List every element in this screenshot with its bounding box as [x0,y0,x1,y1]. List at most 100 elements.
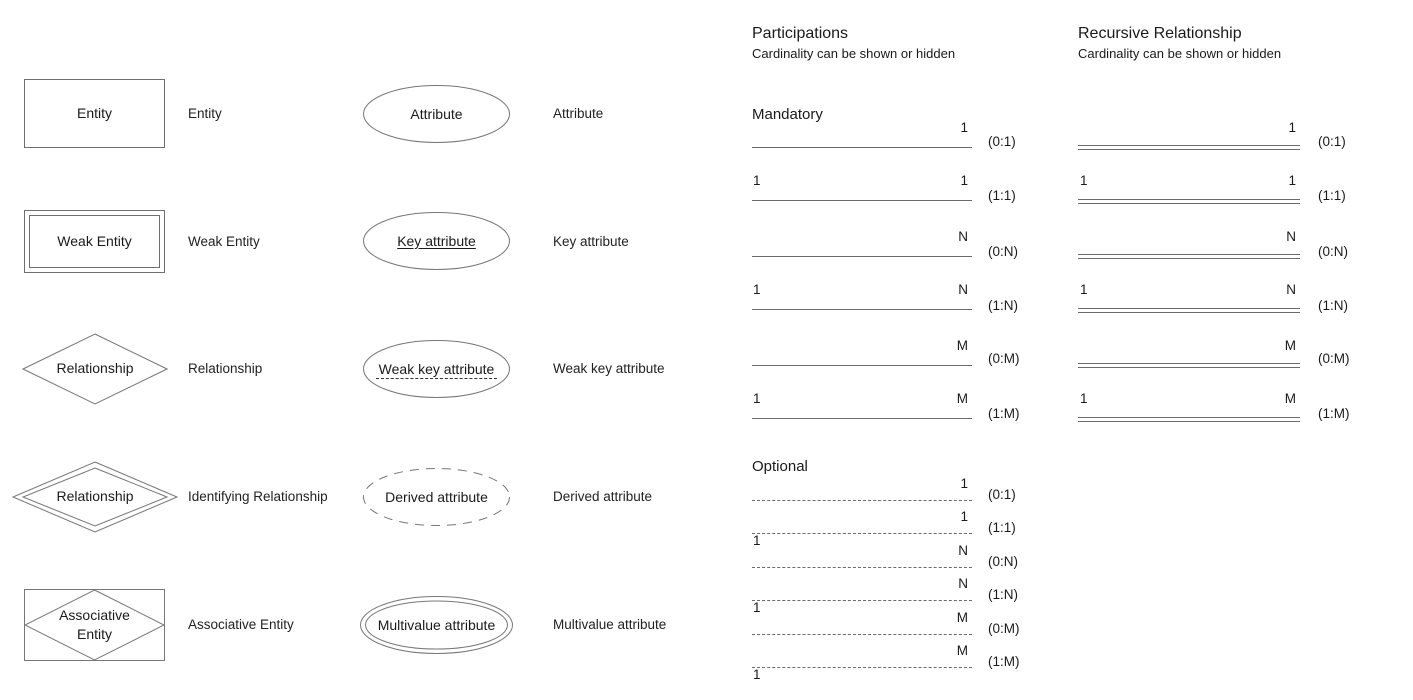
recursive-left-cardinality-5: 1 [1080,391,1088,406]
participation-cardinality-mandatory-0: (0:1) [988,134,1016,149]
recursive-line-2 [1078,254,1300,259]
recursive-line-0 [1078,145,1300,150]
entity-symbol: Entity [24,79,165,148]
weak-entity-inner-border: Weak Entity [29,215,160,268]
legend-label-multivalue-attribute: Multivalue attribute [553,617,667,632]
recursive-right-cardinality-1: 1 [1288,173,1296,188]
legend-label-derived-attribute: Derived attribute [553,489,653,504]
recursive-cardinality-2: (0:N) [1318,244,1348,259]
legend-label-associative-entity: Associative Entity [188,617,294,632]
participation-right-cardinality-optional-4: M [956,610,968,625]
participation-right-cardinality-mandatory-1: 1 [960,173,968,188]
recursive-cardinality-4: (0:M) [1318,351,1350,366]
participation-line-mandatory-2 [752,256,972,257]
weak-entity-symbol-text: Weak Entity [57,233,132,250]
recursive-cardinality-5: (1:M) [1318,406,1350,421]
participation-right-cardinality-optional-1: 1 [960,509,968,524]
associative-entity-icon [23,589,166,661]
participations-group-mandatory-heading: Mandatory [752,106,823,123]
multivalue-attribute-double-ellipse-icon [360,596,513,654]
participation-left-cardinality-mandatory-1: 1 [753,173,761,188]
participation-line-optional-4 [752,634,972,635]
participation-line-optional-5 [752,667,972,668]
key-attribute-ellipse-icon [363,212,510,270]
participations-group-optional-heading: Optional [752,458,808,475]
legend-label-attribute: Attribute [553,106,604,121]
participation-right-cardinality-mandatory-4: M [956,338,968,353]
participation-right-cardinality-optional-5: M [956,643,968,658]
participation-left-cardinality-optional-5: 1 [753,667,761,682]
participation-cardinality-optional-0: (0:1) [988,487,1016,502]
weak-key-attribute-symbol: Weak key attribute [363,340,510,398]
relationship-symbol: Relationship [21,333,169,405]
attribute-symbol: Attribute [363,85,510,143]
participation-right-cardinality-optional-2: N [958,543,968,558]
participation-line-mandatory-4 [752,365,972,366]
participation-cardinality-optional-2: (0:N) [988,554,1018,569]
participation-right-cardinality-mandatory-5: M [956,391,968,406]
recursive-subtitle: Cardinality can be shown or hidden [1078,46,1282,61]
recursive-right-cardinality-2: N [1286,229,1296,244]
participation-cardinality-optional-5: (1:M) [988,654,1020,669]
legend-label-weak-entity: Weak Entity [188,234,260,249]
participation-line-mandatory-1 [752,200,972,201]
legend-label-identifying-relationship: Identifying Relationship [188,489,328,504]
recursive-right-cardinality-4: M [1284,338,1296,353]
participation-right-cardinality-optional-3: N [958,576,968,591]
participation-cardinality-mandatory-4: (0:M) [988,351,1020,366]
participation-line-optional-0 [752,500,972,501]
entity-symbol-text: Entity [76,105,112,122]
derived-attribute-symbol: Derived attribute [363,468,510,526]
legend-label-entity: Entity [188,106,222,121]
participation-line-optional-1 [752,533,972,534]
participation-line-mandatory-3 [752,309,972,310]
participation-cardinality-optional-4: (0:M) [988,621,1020,636]
participation-cardinality-mandatory-1: (1:1) [988,188,1016,203]
participation-line-optional-3 [752,600,972,601]
participation-cardinality-mandatory-2: (0:N) [988,244,1018,259]
recursive-right-cardinality-0: 1 [1288,120,1296,135]
participation-right-cardinality-mandatory-2: N [958,229,968,244]
participation-left-cardinality-mandatory-3: 1 [753,282,761,297]
identifying-relationship-symbol: Relationship [11,461,179,533]
recursive-line-4 [1078,363,1300,368]
recursive-line-1 [1078,199,1300,204]
participations-subtitle: Cardinality can be shown or hidden [752,46,956,61]
recursive-left-cardinality-1: 1 [1080,173,1088,188]
multivalue-attribute-symbol: Multivalue attribute [360,596,513,654]
recursive-right-cardinality-5: M [1284,391,1296,406]
participation-cardinality-optional-1: (1:1) [988,520,1016,535]
participation-cardinality-optional-3: (1:N) [988,587,1018,602]
recursive-title: Recursive Relationship [1078,25,1242,42]
participation-left-cardinality-optional-1: 1 [753,533,761,548]
participation-line-mandatory-0 [752,147,972,148]
derived-attribute-dashed-ellipse-icon [363,468,510,526]
recursive-left-cardinality-3: 1 [1080,282,1088,297]
participation-right-cardinality-optional-0: 1 [960,476,968,491]
legend-label-relationship: Relationship [188,361,263,376]
recursive-line-3 [1078,308,1300,313]
recursive-right-cardinality-3: N [1286,282,1296,297]
participation-cardinality-mandatory-3: (1:N) [988,298,1018,313]
participation-cardinality-mandatory-5: (1:M) [988,406,1020,421]
participation-left-cardinality-mandatory-5: 1 [753,391,761,406]
recursive-cardinality-0: (0:1) [1318,134,1346,149]
recursive-cardinality-1: (1:1) [1318,188,1346,203]
participation-line-mandatory-5 [752,418,972,419]
identifying-relationship-double-diamond-icon [11,461,179,533]
participation-right-cardinality-mandatory-3: N [958,282,968,297]
legend-label-weak-key-attribute: Weak key attribute [553,361,665,376]
relationship-diamond-icon [21,333,169,405]
weak-key-attribute-ellipse-icon [363,340,510,398]
participation-left-cardinality-optional-3: 1 [753,600,761,615]
weak-entity-symbol: Weak Entity [24,210,165,273]
participation-right-cardinality-mandatory-0: 1 [960,120,968,135]
key-attribute-symbol: Key attribute [363,212,510,270]
participation-line-optional-2 [752,567,972,568]
recursive-line-5 [1078,417,1300,422]
associative-entity-symbol: Associative Entity [23,589,166,661]
recursive-cardinality-3: (1:N) [1318,298,1348,313]
participations-title: Participations [752,25,849,42]
attribute-ellipse-icon [363,85,510,143]
legend-label-key-attribute: Key attribute [553,234,629,249]
